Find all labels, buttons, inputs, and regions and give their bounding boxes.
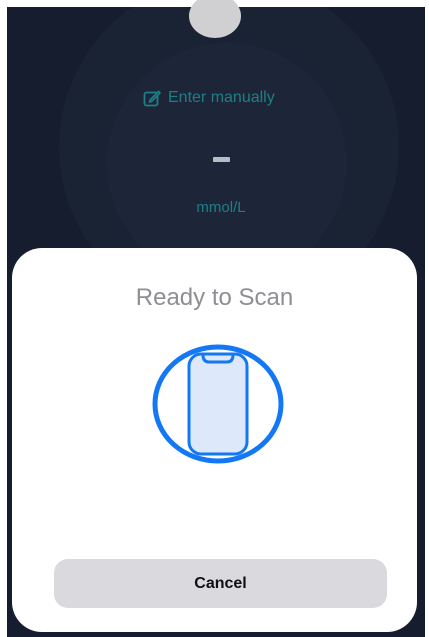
screen: Enter manually – mmol/L Ready to Scan Ca… xyxy=(0,0,429,637)
enter-manually-label: Enter manually xyxy=(168,89,275,106)
phone-scan-icon xyxy=(152,344,284,464)
reading-unit: mmol/L xyxy=(196,199,246,216)
reading-ring-inner xyxy=(107,43,347,283)
edit-icon xyxy=(143,89,161,107)
cancel-button[interactable]: Cancel xyxy=(54,559,387,608)
reading-value-dash xyxy=(213,157,230,162)
enter-manually-button[interactable]: Enter manually xyxy=(143,87,275,109)
ready-to-scan-sheet: Ready to Scan Cancel xyxy=(12,248,417,632)
reading-value: – xyxy=(157,147,285,148)
sheet-title: Ready to Scan xyxy=(135,284,294,311)
